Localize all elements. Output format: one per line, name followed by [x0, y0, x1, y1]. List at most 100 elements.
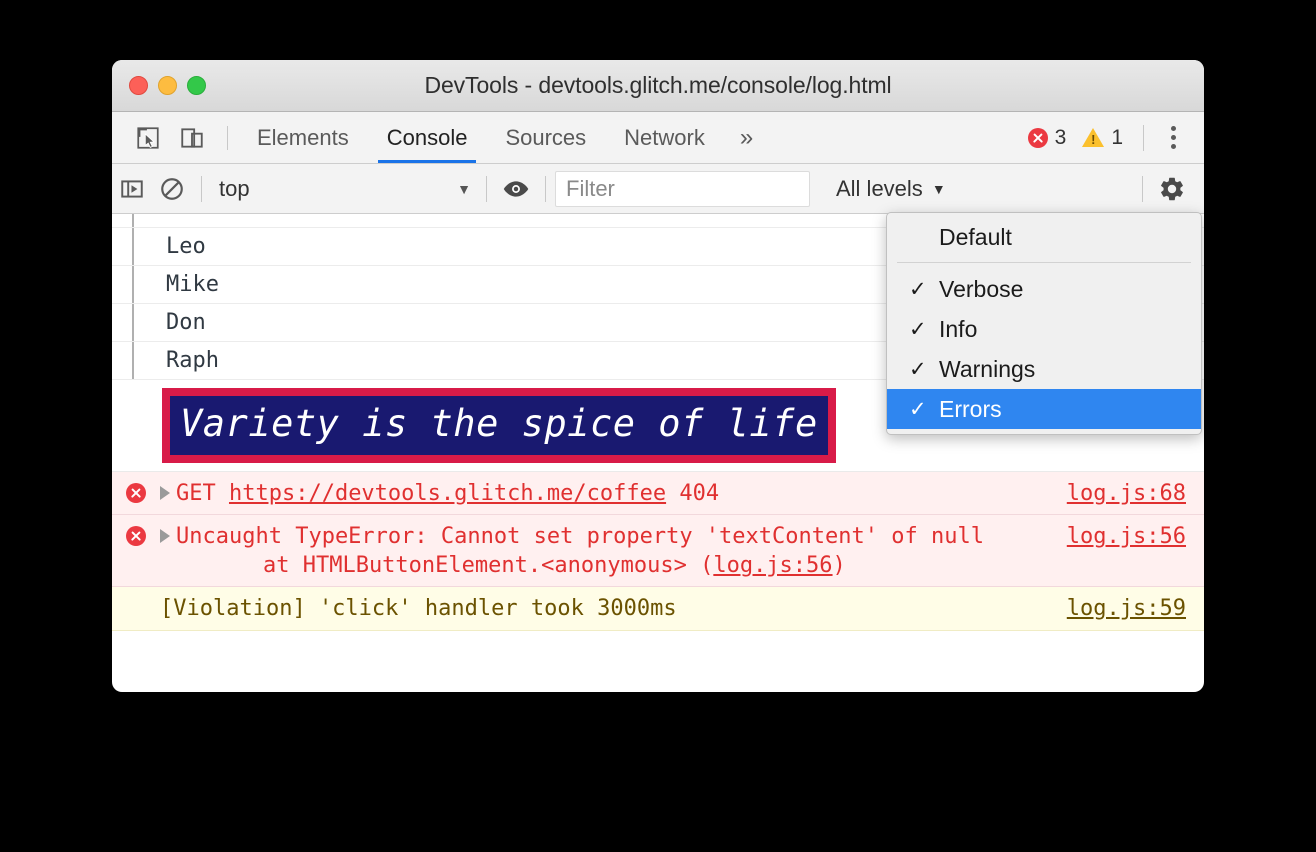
console-source-link[interactable]: log.js:56	[1067, 524, 1186, 549]
console-prompt-row[interactable]: ›	[112, 630, 1204, 644]
console-error-text: Uncaught TypeError: Cannot set property …	[176, 524, 984, 550]
error-icon	[1027, 127, 1048, 148]
console-group-row-label: Mike	[166, 272, 219, 297]
disclosure-triangle-icon[interactable]	[160, 486, 170, 500]
check-icon: ✓	[909, 277, 927, 301]
kebab-dot	[1170, 126, 1176, 131]
tabbar-right-divider	[1143, 124, 1144, 151]
filterbar-divider	[201, 175, 202, 202]
console-source-link[interactable]: log.js:68	[1067, 481, 1186, 506]
message-gutter	[112, 479, 160, 503]
filterbar-divider	[545, 175, 546, 202]
live-expression-eye-icon[interactable]	[496, 172, 536, 206]
error-count-value: 3	[1054, 125, 1067, 149]
close-window-button[interactable]	[129, 76, 148, 95]
chevron-down-icon: ▼	[457, 180, 471, 197]
disclosure-triangle-icon[interactable]	[160, 529, 170, 544]
console-error-body: Uncaught TypeError: Cannot set property …	[176, 522, 984, 579]
group-indent-bar	[132, 214, 134, 227]
kebab-dot	[1170, 135, 1176, 140]
tab-elements-label: Elements	[257, 124, 349, 150]
menu-item-default[interactable]: Default	[887, 217, 1201, 257]
devtools-main-menu-button[interactable]	[1156, 121, 1190, 155]
inspect-element-icon[interactable]	[129, 121, 167, 155]
console-sidebar-icon[interactable]	[112, 172, 152, 206]
kebab-dot	[1170, 144, 1176, 149]
stack-suffix: )	[832, 552, 846, 578]
device-toolbar-icon[interactable]	[173, 121, 211, 155]
console-error-row[interactable]: GET https://devtools.glitch.me/coffee 40…	[112, 472, 1204, 516]
console-error-text: GET https://devtools.glitch.me/coffee 40…	[176, 479, 719, 507]
menu-item-errors-label: Errors	[939, 395, 1002, 422]
more-tabs-button[interactable]: »	[724, 112, 769, 163]
error-prefix: GET	[176, 481, 229, 506]
menu-item-verbose-label: Verbose	[939, 275, 1024, 302]
console-error-stack-line: at HTMLButtonElement.<anonymous> (log.js…	[176, 551, 984, 579]
tab-elements[interactable]: Elements	[238, 112, 368, 163]
zoom-window-button[interactable]	[187, 76, 206, 95]
message-gutter	[112, 594, 160, 598]
styled-banner-text: Variety is the spice of life	[170, 396, 828, 455]
tabbar-right-group: 3 1	[1020, 121, 1204, 155]
execution-context-selector[interactable]: top ▼	[211, 172, 477, 206]
clear-console-icon[interactable]	[152, 172, 192, 206]
tab-network-label: Network	[624, 124, 705, 150]
menu-item-info[interactable]: ✓ Info	[887, 309, 1201, 349]
console-group-row-label: Raph	[166, 348, 219, 373]
console-error-row[interactable]: Uncaught TypeError: Cannot set property …	[112, 515, 1204, 588]
log-levels-label: All levels	[836, 175, 923, 201]
error-icon	[126, 526, 146, 547]
log-levels-selector[interactable]: All levels ▼	[824, 172, 958, 206]
console-filter-toolbar: top ▼ Filter All levels ▼	[112, 164, 1204, 214]
tab-sources[interactable]: Sources	[486, 112, 605, 163]
tabbar-left-icons	[112, 121, 238, 155]
console-source-link[interactable]: log.js:59	[1067, 596, 1186, 621]
filterbar-divider	[1142, 175, 1143, 202]
tabbar-divider	[227, 125, 228, 150]
warning-count-badge[interactable]: 1	[1074, 126, 1131, 150]
group-indent-bar	[132, 266, 134, 303]
tab-network[interactable]: Network	[605, 112, 724, 163]
menu-item-verbose[interactable]: ✓ Verbose	[887, 269, 1201, 309]
group-indent-bar	[132, 304, 134, 341]
stack-prefix: at HTMLButtonElement.<anonymous> (	[210, 552, 714, 578]
console-warning-text: [Violation] 'click' handler took 3000ms	[160, 596, 677, 622]
error-icon	[126, 483, 146, 503]
filterbar-divider	[486, 175, 487, 202]
filterbar-right-group	[1133, 172, 1204, 206]
warning-icon	[1082, 128, 1105, 147]
menu-item-default-label: Default	[939, 223, 1012, 250]
menu-item-warnings-label: Warnings	[939, 355, 1036, 382]
message-gutter	[112, 522, 160, 547]
warning-count-value: 1	[1111, 125, 1123, 149]
stack-source-link[interactable]: log.js:56	[713, 553, 832, 578]
tab-console-label: Console	[386, 124, 468, 150]
log-levels-dropdown-menu[interactable]: Default ✓ Verbose ✓ Info ✓ Warnings ✓ Er…	[886, 212, 1202, 435]
minimize-window-button[interactable]	[158, 76, 177, 95]
gear-icon[interactable]	[1152, 172, 1192, 206]
check-icon: ✓	[909, 397, 927, 421]
menu-item-errors[interactable]: ✓ Errors	[887, 389, 1201, 429]
chevron-down-icon: ▼	[931, 180, 946, 197]
styled-banner-outer: Variety is the spice of life	[162, 388, 836, 463]
error-request-url-link[interactable]: https://devtools.glitch.me/coffee	[229, 481, 666, 506]
devtools-tabs: Elements Console Sources Network »	[238, 112, 769, 163]
window-traffic-lights	[112, 76, 206, 95]
menu-item-warnings[interactable]: ✓ Warnings	[887, 349, 1201, 389]
window-title: DevTools - devtools.glitch.me/console/lo…	[424, 72, 892, 98]
console-group-row-label: Leo	[166, 234, 206, 259]
tab-sources-label: Sources	[505, 124, 587, 150]
console-filter-input[interactable]: Filter	[555, 170, 810, 207]
menu-divider	[897, 262, 1191, 263]
prompt-chevron-icon: ›	[138, 639, 154, 644]
console-warning-row[interactable]: [Violation] 'click' handler took 3000ms …	[112, 587, 1204, 631]
window-titlebar: DevTools - devtools.glitch.me/console/lo…	[112, 60, 1204, 112]
group-header-text-clipped	[166, 214, 179, 223]
error-count-badge[interactable]: 3	[1020, 126, 1075, 150]
devtools-tabbar: Elements Console Sources Network » 3 ! 1	[112, 112, 1204, 164]
tab-console[interactable]: Console	[368, 112, 487, 163]
console-filter-placeholder: Filter	[566, 175, 615, 201]
error-suffix: 404	[666, 481, 720, 506]
group-indent-bar	[132, 228, 134, 265]
execution-context-value: top	[219, 175, 250, 201]
